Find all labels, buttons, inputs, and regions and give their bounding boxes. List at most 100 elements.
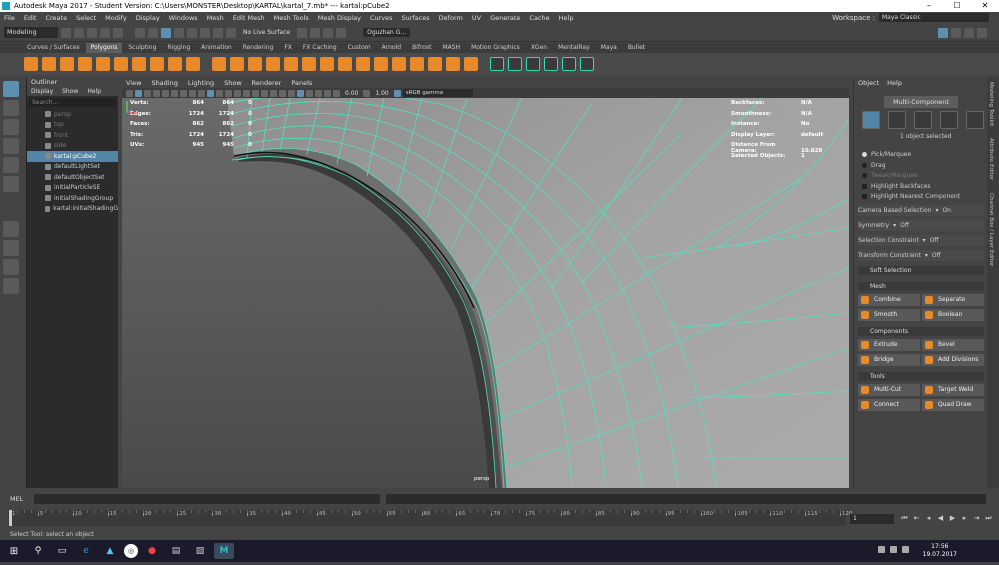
- language-icon[interactable]: [902, 546, 909, 553]
- bevel-icon[interactable]: [338, 57, 352, 71]
- image-plane-icon[interactable]: [153, 89, 160, 97]
- outliner-item[interactable]: side: [27, 141, 118, 152]
- select-component-icon[interactable]: [161, 27, 171, 38]
- step-back-key-icon[interactable]: ⇤: [912, 513, 921, 523]
- shelf-tab-motion-graphics[interactable]: Motion Graphics: [466, 43, 525, 53]
- current-frame-field[interactable]: 1: [850, 514, 894, 524]
- outliner-search-input[interactable]: Search...: [29, 98, 116, 107]
- undo-icon[interactable]: [100, 27, 110, 38]
- close-button[interactable]: ✕: [971, 0, 999, 12]
- menu-mesh[interactable]: Mesh: [207, 14, 224, 22]
- select-object-icon[interactable]: [148, 27, 158, 38]
- shelf-tab-mentalray[interactable]: MentalRay: [553, 43, 595, 53]
- maximize-button[interactable]: ☐: [943, 0, 971, 12]
- soft-selection-header[interactable]: Soft Selection: [858, 266, 984, 275]
- side-tab-attribute-editor[interactable]: Attribute Editor: [988, 138, 994, 180]
- outliner-item[interactable]: defaultLightSet: [27, 162, 118, 173]
- target-weld-icon[interactable]: [428, 57, 442, 71]
- modeling-toolkit-toggle-icon[interactable]: [938, 27, 948, 38]
- explorer-icon[interactable]: ▤: [166, 543, 186, 559]
- resolution-gate-icon[interactable]: [198, 89, 205, 97]
- maya-taskbar-icon[interactable]: M: [214, 543, 234, 559]
- edge-browser-icon[interactable]: e: [76, 543, 96, 559]
- outliner-item[interactable]: front: [27, 130, 118, 141]
- menu-help[interactable]: Help: [559, 14, 574, 22]
- boolean-icon[interactable]: [266, 57, 280, 71]
- redo-icon[interactable]: [113, 27, 123, 38]
- radio-button[interactable]: [862, 162, 867, 168]
- open-scene-icon[interactable]: [74, 27, 84, 38]
- viewport-menu-shading[interactable]: Shading: [151, 79, 177, 88]
- insert-edge-loop-icon[interactable]: [392, 57, 406, 71]
- radio-button[interactable]: [862, 173, 867, 178]
- depth-of-field-icon[interactable]: [288, 89, 295, 97]
- lasso-tool-icon[interactable]: [3, 100, 19, 116]
- radio-button[interactable]: [862, 152, 867, 157]
- edge-mode-icon[interactable]: [914, 111, 932, 129]
- shelf-tab-bifrost[interactable]: Bifrost: [407, 43, 436, 53]
- menu-display[interactable]: Display: [136, 14, 160, 22]
- motion-blur-icon[interactable]: [270, 89, 277, 97]
- face-mode-icon[interactable]: [940, 111, 958, 129]
- multi-cut-icon[interactable]: [410, 57, 424, 71]
- command-input[interactable]: [34, 494, 380, 504]
- option-highlight-nearest-component[interactable]: Highlight Nearest Component: [862, 193, 960, 200]
- viewport-menu-panels[interactable]: Panels: [291, 79, 312, 88]
- shelf-tab-maya[interactable]: Maya: [596, 43, 622, 53]
- object-mode-icon[interactable]: [862, 111, 880, 129]
- new-scene-icon[interactable]: [61, 27, 71, 38]
- toolkit-menu-help[interactable]: Help: [887, 78, 902, 88]
- combine-icon[interactable]: [212, 57, 226, 71]
- setting-camera-based-selection[interactable]: Camera Based Selection ▾ On: [858, 205, 984, 216]
- setting-selection-constraint[interactable]: Selection Constraint ▾ Off: [858, 235, 984, 246]
- section-header-tools[interactable]: Tools: [858, 372, 984, 381]
- option-tweak-marquee[interactable]: Tweak/Marquee: [862, 172, 918, 179]
- unfold-icon[interactable]: [580, 57, 594, 71]
- network-icon[interactable]: [878, 546, 885, 553]
- make-live-icon[interactable]: [226, 27, 236, 38]
- smooth-button[interactable]: Smooth: [858, 309, 920, 321]
- shelf-tab-polygons[interactable]: Polygons: [85, 43, 123, 53]
- xray-joints-icon[interactable]: [315, 89, 322, 97]
- connect-button[interactable]: Connect: [858, 399, 920, 411]
- checkbox[interactable]: [862, 194, 867, 199]
- bridge-icon[interactable]: [320, 57, 334, 71]
- viewport-menu-lighting[interactable]: Lighting: [188, 79, 214, 88]
- shelf-tab-mash[interactable]: MASH: [437, 43, 465, 53]
- shadows-icon[interactable]: [252, 89, 259, 97]
- cylindrical-map-icon[interactable]: [526, 57, 540, 71]
- menu-deform[interactable]: Deform: [439, 14, 463, 22]
- gamma-value[interactable]: 1.00: [372, 90, 391, 97]
- move-tool-icon[interactable]: [3, 138, 19, 154]
- tool-settings-toggle-icon[interactable]: [964, 27, 974, 38]
- chrome-icon[interactable]: ●: [142, 543, 162, 559]
- attribute-editor-toggle-icon[interactable]: [951, 27, 961, 38]
- save-scene-icon[interactable]: [87, 27, 97, 38]
- snap-point-icon[interactable]: [200, 27, 210, 38]
- shelf-tab-arnold[interactable]: Arnold: [377, 43, 406, 53]
- smooth-shade-icon[interactable]: [216, 89, 223, 97]
- xray-icon[interactable]: [306, 89, 313, 97]
- outliner-menu-help[interactable]: Help: [87, 87, 101, 96]
- volume-icon[interactable]: [890, 546, 897, 553]
- shelf-tab-rendering[interactable]: Rendering: [238, 43, 279, 53]
- bookmark-icon[interactable]: [144, 89, 151, 97]
- toolkit-menu-object[interactable]: Object: [858, 78, 879, 88]
- go-to-start-icon[interactable]: ⏮: [900, 513, 909, 523]
- poly-sphere-icon[interactable]: [24, 57, 38, 71]
- menu-cache[interactable]: Cache: [529, 14, 549, 22]
- start-icon[interactable]: ⊞: [4, 543, 24, 559]
- snap-grid-icon[interactable]: [174, 27, 184, 38]
- separate-icon[interactable]: [230, 57, 244, 71]
- separate-button[interactable]: Separate: [922, 294, 984, 306]
- live-surface-label[interactable]: No Live Surface: [239, 29, 294, 36]
- use-all-lights-icon[interactable]: [243, 89, 250, 97]
- step-forward-key-icon[interactable]: ⇥: [972, 513, 981, 523]
- workspace-dropdown[interactable]: Maya Classic: [879, 13, 989, 22]
- shelf-tab-sculpting[interactable]: Sculpting: [123, 43, 161, 53]
- render-icon[interactable]: [310, 27, 321, 38]
- exposure-icon[interactable]: [333, 89, 340, 97]
- multi-cut-button[interactable]: Multi-Cut: [858, 384, 920, 396]
- uv-editor-icon[interactable]: [490, 57, 504, 71]
- shelf-tab-custom[interactable]: Custom: [343, 43, 376, 53]
